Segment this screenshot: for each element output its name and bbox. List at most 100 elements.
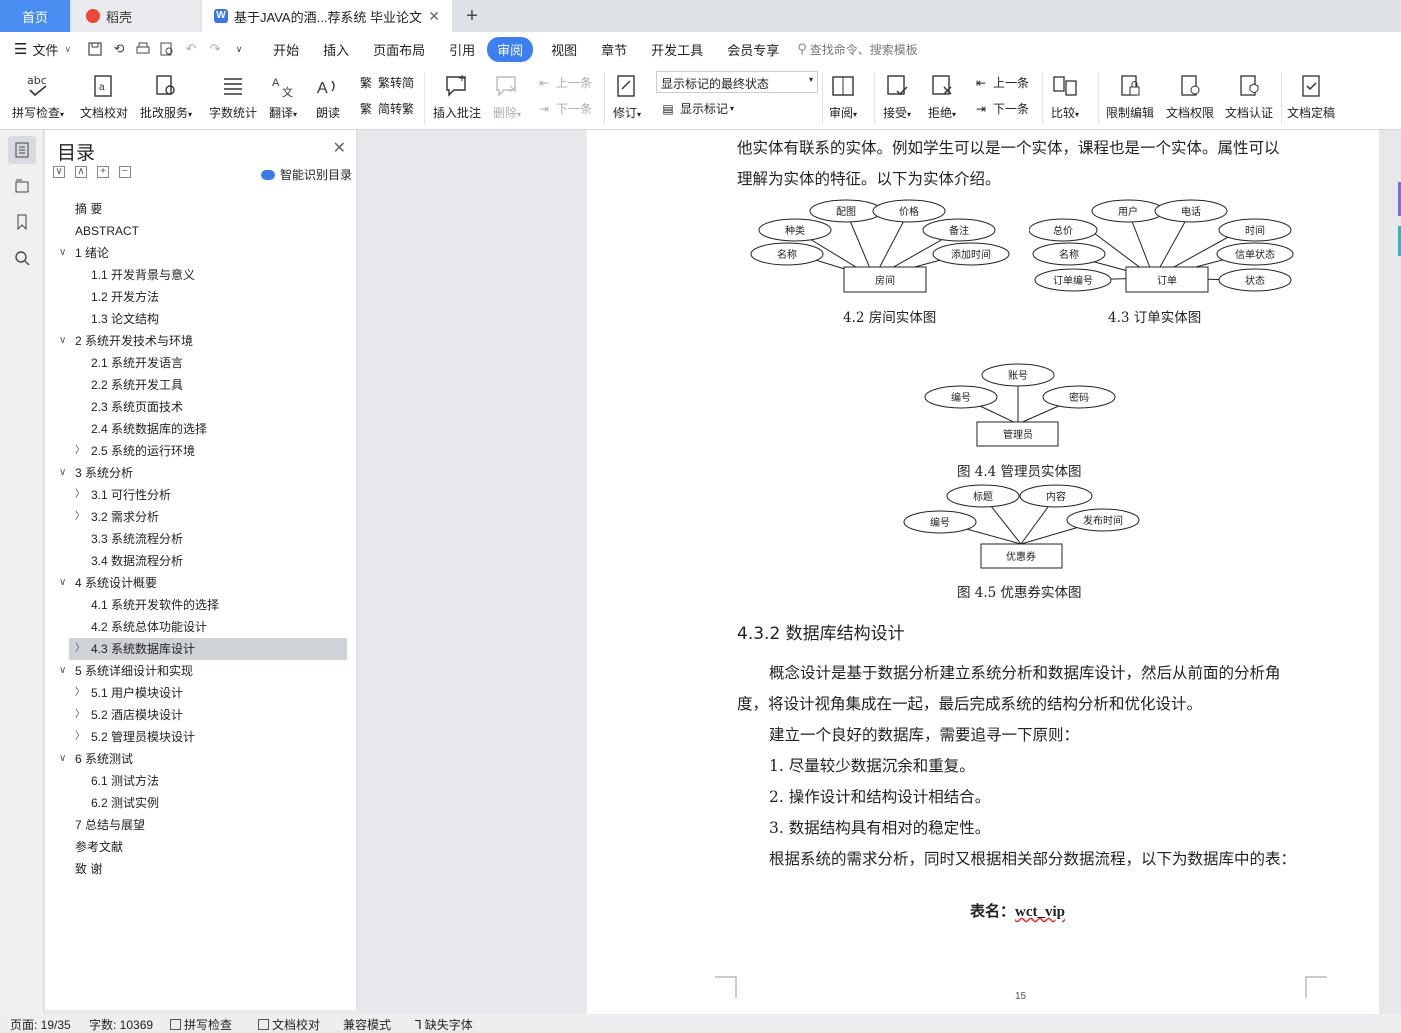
missing-font-status[interactable]: Ꞁ 缺失字体 <box>415 1016 473 1033</box>
remove-heading-icon[interactable]: − <box>119 166 131 178</box>
compare-button[interactable]: 比较▾ <box>1050 71 1080 121</box>
close-icon[interactable]: ✕ <box>428 8 440 25</box>
doc-finalize-button[interactable]: 文档定稿 <box>1287 71 1335 121</box>
close-icon[interactable]: ✕ <box>333 138 346 158</box>
proof-status[interactable]: 文档校对 <box>258 1016 320 1033</box>
print-icon[interactable] <box>133 39 153 59</box>
redo-icon[interactable]: ↷ <box>205 39 225 59</box>
chevron-right-icon[interactable]: 〉 <box>75 704 85 726</box>
chevron-right-icon[interactable]: 〉 <box>75 440 85 462</box>
toc-item[interactable]: ∨ 4 系统设计概要 <box>45 572 357 594</box>
save-icon[interactable] <box>85 39 105 59</box>
accept-button[interactable]: 接受▾ <box>882 71 912 121</box>
tab-home[interactable]: 首页 <box>0 0 70 32</box>
toc-item[interactable]: 1.1 开发背景与意义 <box>45 264 357 286</box>
menu-tab-review[interactable]: 审阅 <box>487 36 534 62</box>
chevron-down-icon[interactable]: ∨ <box>59 748 66 770</box>
add-heading-icon[interactable]: + <box>97 166 109 178</box>
menu-tab-insert[interactable]: 插入 <box>311 40 361 59</box>
menu-tab-references[interactable]: 引用 <box>437 40 487 59</box>
toc-item[interactable]: 〉 3.1 可行性分析 <box>45 484 357 506</box>
collapse-all-icon[interactable]: ∨ <box>53 166 65 178</box>
document-page[interactable]: 他实体有联系的实体。例如学生可以是一个实体，课程也是一个实体。属性可以 理解为实… <box>587 130 1379 1014</box>
toc-item[interactable]: 〉 5.2 管理员模块设计 <box>45 726 357 748</box>
toc-item[interactable]: 〉 5.1 用户模块设计 <box>45 682 357 704</box>
review-pane-button[interactable]: 审阅▾ <box>828 71 858 121</box>
menu-tab-layout[interactable]: 页面布局 <box>361 40 437 59</box>
doc-proof-button[interactable]: a 文档校对 <box>80 71 128 121</box>
file-menu[interactable]: ☰ 文件 ∨ <box>0 40 71 59</box>
menu-tab-developer[interactable]: 开发工具 <box>639 40 715 59</box>
revise-button[interactable]: 修订▾ <box>612 71 642 121</box>
simp-to-trad-button[interactable]: 繁简转繁 <box>358 100 414 117</box>
word-count-button[interactable]: 字数统计 <box>209 71 257 121</box>
toc-item[interactable]: 〉 5.2 酒店模块设计 <box>45 704 357 726</box>
toc-item[interactable]: 2.3 系统页面技术 <box>45 396 357 418</box>
toc-item[interactable]: 2.4 系统数据库的选择 <box>45 418 357 440</box>
tab-daoke[interactable]: 稻壳 <box>72 0 200 32</box>
chevron-down-icon[interactable]: ∨ <box>59 242 66 264</box>
toc-item[interactable]: 摘 要 <box>45 198 357 220</box>
toc-item[interactable]: 7 总结与展望 <box>45 814 357 836</box>
menu-tab-member[interactable]: 会员专享 <box>715 40 791 59</box>
delete-comment-button[interactable]: 删除▾ <box>492 71 522 121</box>
smart-toc-button[interactable]: 智能识别目录 <box>260 166 352 183</box>
expand-all-icon[interactable]: ∧ <box>75 166 87 178</box>
toc-item[interactable]: 4.2 系统总体功能设计 <box>45 616 357 638</box>
undo-history-icon[interactable]: ⟲ <box>109 39 129 59</box>
translate-button[interactable]: A文 翻译▾ <box>268 71 298 121</box>
toc-item[interactable]: 6.2 测试实例 <box>45 792 357 814</box>
customize-chevron-icon[interactable]: ∨ <box>229 39 249 59</box>
chevron-down-icon[interactable]: ∨ <box>59 572 66 594</box>
find-button[interactable] <box>8 244 36 272</box>
show-markup-button[interactable]: ▤ 显示标记 ▾ <box>660 100 734 117</box>
read-aloud-button[interactable]: A 朗读 <box>313 71 343 121</box>
toc-item[interactable]: ∨ 3 系统分析 <box>45 462 357 484</box>
toc-item[interactable]: 2.1 系统开发语言 <box>45 352 357 374</box>
spell-check-button[interactable]: abc 拼写检查▾ <box>12 71 64 121</box>
toc-item[interactable]: ∨ 6 系统测试 <box>45 748 357 770</box>
doc-certify-button[interactable]: 文档认证 <box>1225 71 1273 121</box>
toc-item[interactable]: 〉 4.3 系统数据库设计 <box>69 638 347 660</box>
prev-change-button[interactable]: ⇤ 上一条 <box>973 74 1029 91</box>
chevron-right-icon[interactable]: 〉 <box>75 484 85 506</box>
restrict-edit-button[interactable]: 限制编辑 <box>1106 71 1154 121</box>
word-count-indicator[interactable]: 字数: 10369 <box>89 1016 153 1033</box>
next-comment-button[interactable]: ⇥ 下一条 <box>536 100 592 117</box>
toc-item[interactable]: ∨ 1 绪论 <box>45 242 357 264</box>
menu-tab-view[interactable]: 视图 <box>539 40 589 59</box>
chevron-right-icon[interactable]: 〉 <box>75 638 85 660</box>
toc-item[interactable]: 3.4 数据流程分析 <box>45 550 357 572</box>
toc-item[interactable]: 4.1 系统开发软件的选择 <box>45 594 357 616</box>
chevron-right-icon[interactable]: 〉 <box>75 726 85 748</box>
chevron-down-icon[interactable]: ∨ <box>59 330 66 352</box>
chapter-nav-button[interactable] <box>8 172 36 200</box>
command-search[interactable]: ⚲ 查找命令、搜索模板 <box>797 41 918 58</box>
chevron-down-icon[interactable]: ∨ <box>59 660 66 682</box>
page-indicator[interactable]: 页面: 19/35 <box>10 1016 71 1033</box>
bookmark-button[interactable] <box>8 208 36 236</box>
doc-permission-button[interactable]: 文档权限 <box>1166 71 1214 121</box>
reject-button[interactable]: 拒绝▾ <box>927 71 957 121</box>
new-tab-button[interactable]: + <box>458 0 486 32</box>
chevron-right-icon[interactable]: 〉 <box>75 682 85 704</box>
menu-tab-chapter[interactable]: 章节 <box>589 40 639 59</box>
review-service-button[interactable]: 批改服务▾ <box>140 71 192 121</box>
toc-item[interactable]: 6.1 测试方法 <box>45 770 357 792</box>
next-change-button[interactable]: ⇥ 下一条 <box>973 100 1029 117</box>
markup-mode-select[interactable]: 显示标记的最终状态 ▾ <box>656 71 818 93</box>
insert-comment-button[interactable]: 插入批注 <box>433 71 481 121</box>
toc-panel-button[interactable] <box>8 136 36 164</box>
toc-item[interactable]: 3.3 系统流程分析 <box>45 528 357 550</box>
spell-check-status[interactable]: 拼写检查 <box>170 1016 232 1033</box>
toc-item[interactable]: ABSTRACT <box>45 220 357 242</box>
toc-item[interactable]: 2.2 系统开发工具 <box>45 374 357 396</box>
toc-item[interactable]: 〉 3.2 需求分析 <box>45 506 357 528</box>
toc-item[interactable]: 参考文献 <box>45 836 357 858</box>
prev-comment-button[interactable]: ⇤ 上一条 <box>536 74 592 91</box>
chevron-right-icon[interactable]: 〉 <box>75 506 85 528</box>
toc-item[interactable]: 1.3 论文结构 <box>45 308 357 330</box>
undo-icon[interactable]: ↶ <box>181 39 201 59</box>
toc-item[interactable]: 致 谢 <box>45 858 357 880</box>
trad-to-simp-button[interactable]: 繁繁转简 <box>358 74 414 91</box>
